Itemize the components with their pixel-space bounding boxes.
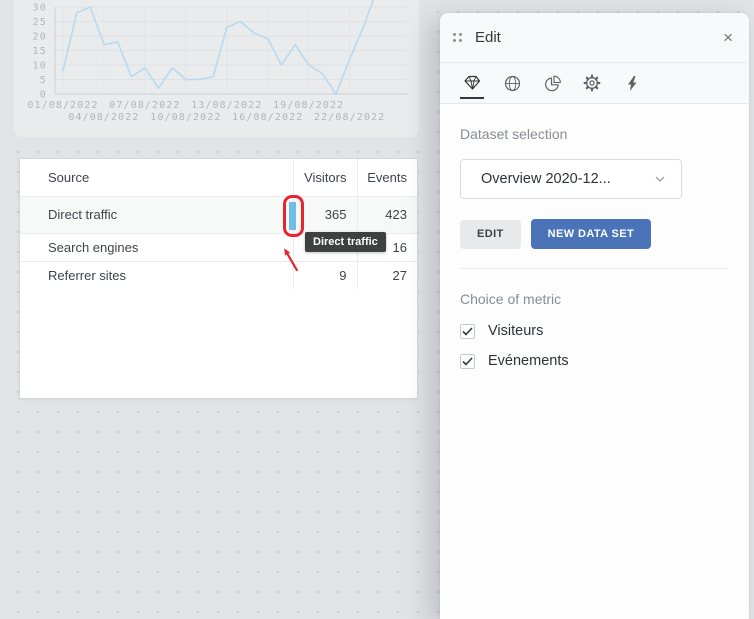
choice-of-metric-label: Choice of metric	[460, 291, 729, 307]
tab-settings[interactable]	[580, 63, 604, 104]
line-chart: 0 5 10 15 20 25 30 01/08/202204/08/202207/08/20…	[0, 0, 430, 138]
dashboard-page: 0 5 10 15 20 25 30 01/08/202204/08/202207/08/20…	[0, 0, 754, 619]
metric-option-label: Visiteurs	[488, 323, 543, 339]
svg-text:04/08/2022: 04/08/2022	[68, 112, 139, 123]
svg-text:13/08/2022: 13/08/2022	[191, 100, 262, 111]
lightning-icon	[624, 75, 641, 92]
svg-text:25: 25	[33, 17, 47, 28]
svg-text:15: 15	[33, 46, 47, 57]
table-header-row: Source Visitors Events	[20, 159, 417, 196]
pie-chart-icon	[544, 75, 561, 92]
column-header-events[interactable]: Events	[357, 159, 417, 196]
metric-option-label: Evénements	[488, 353, 569, 369]
svg-text:5: 5	[40, 75, 47, 86]
dataset-buttons: EDIT NEW DATA SET	[460, 219, 729, 249]
table-row[interactable]: Direct traffic365423	[20, 196, 417, 233]
tab-visualization[interactable]	[460, 63, 484, 104]
svg-text:01/08/2022: 01/08/2022	[27, 100, 98, 111]
check-icon	[462, 357, 473, 366]
table-cell: Search engines	[20, 233, 293, 261]
tab-pie-chart[interactable]	[540, 63, 564, 104]
dataset-select[interactable]: Overview 2020-12...	[460, 159, 682, 199]
divider	[460, 268, 729, 269]
checkbox[interactable]	[460, 354, 475, 369]
tab-globe[interactable]	[500, 63, 524, 104]
panel-header: Edit ×	[440, 13, 749, 63]
globe-icon	[504, 75, 521, 92]
table-cell: Direct traffic	[20, 196, 293, 233]
svg-text:16/08/2022: 16/08/2022	[232, 112, 303, 123]
line-chart-svg: 0 5 10 15 20 25 30 01/08/202204/08/202207/08/20…	[0, 0, 430, 138]
svg-text:22/08/2022: 22/08/2022	[314, 112, 385, 123]
edit-button[interactable]: EDIT	[460, 220, 521, 249]
svg-text:10: 10	[33, 61, 47, 72]
check-icon	[462, 327, 473, 336]
panel-title: Edit	[475, 29, 501, 46]
table-cell: 423	[357, 196, 417, 233]
gem-icon	[464, 75, 481, 91]
column-header-visitors[interactable]: Visitors	[293, 159, 357, 196]
new-data-set-button[interactable]: NEW DATA SET	[531, 219, 651, 249]
annotation-arrow	[280, 230, 370, 345]
svg-text:30: 30	[33, 3, 47, 14]
dataset-selection-label: Dataset selection	[460, 126, 729, 142]
edit-panel: Edit ×	[440, 13, 749, 619]
svg-text:20: 20	[33, 32, 47, 43]
svg-text:07/08/2022: 07/08/2022	[109, 100, 180, 111]
dataset-select-value: Overview 2020-12...	[481, 171, 611, 187]
table-cell: Referrer sites	[20, 261, 293, 289]
drag-handle-icon[interactable]	[453, 33, 462, 42]
svg-text:10/08/2022: 10/08/2022	[150, 112, 221, 123]
svg-text:0: 0	[40, 90, 47, 101]
tab-actions[interactable]	[620, 63, 644, 104]
column-header-source[interactable]: Source	[20, 159, 293, 196]
gear-icon	[583, 74, 601, 92]
metric-option[interactable]: Evénements	[460, 353, 729, 369]
metric-list: Visiteurs Evénements	[460, 323, 729, 369]
svg-text:19/08/2022: 19/08/2022	[273, 100, 344, 111]
checkbox[interactable]	[460, 324, 475, 339]
metric-option[interactable]: Visiteurs	[460, 323, 729, 339]
close-icon[interactable]: ×	[723, 29, 733, 46]
panel-body: Dataset selection Overview 2020-12... ED…	[440, 104, 749, 369]
panel-tabs	[440, 63, 749, 104]
chevron-down-icon	[655, 176, 665, 182]
